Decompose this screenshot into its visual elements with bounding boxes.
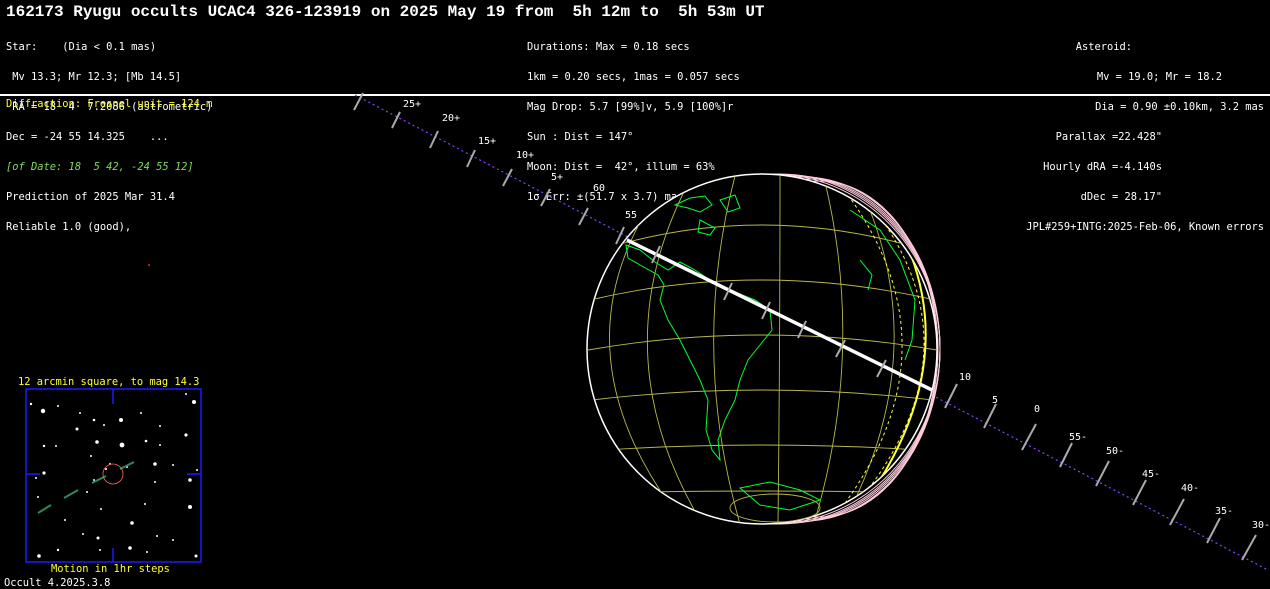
path-tick: [540, 188, 551, 207]
tick-label: 30-: [1252, 520, 1270, 531]
tick-label: 50-: [1106, 446, 1124, 457]
path-tick: [944, 383, 958, 409]
path-tick: [1169, 498, 1185, 526]
tick-label: 35-: [1215, 506, 1233, 517]
path-tick: [1241, 534, 1257, 561]
tick-label: 20+: [442, 113, 460, 124]
inset-caption-top: 12 arcmin square, to mag 14.3: [18, 376, 200, 388]
star-chart-inset: [25, 388, 202, 563]
path-tick: [429, 130, 439, 149]
software-version: Occult 4.2025.3.8: [4, 577, 111, 589]
tick-label: 15+: [478, 136, 496, 147]
tick-label: 55-: [1069, 432, 1087, 443]
path-tick: [1095, 460, 1110, 487]
path-tick: [615, 226, 625, 245]
path-tick: [1021, 423, 1037, 451]
tick-label: 45-: [1142, 469, 1160, 480]
tick-label: 10+: [516, 150, 534, 161]
path-tick: [502, 168, 513, 187]
path-tick: [1132, 479, 1147, 506]
path-tick: [1206, 517, 1221, 544]
tick-label: 5: [992, 395, 998, 406]
inset-caption-bottom: Motion in 1hr steps: [51, 563, 170, 575]
earth-globe: [586, 173, 938, 525]
occultation-map: 25+ 20+ 15+ 10+ 5+ 60 55 10 5 0 55- 50- …: [25, 92, 1270, 571]
tick-label: 55: [625, 210, 637, 221]
path-tick: [466, 149, 476, 168]
path-tick: [391, 111, 401, 129]
tick-label: 0: [1034, 404, 1040, 415]
tick-label: 60: [593, 183, 605, 194]
tick-label: 40-: [1181, 483, 1199, 494]
path-tick: [983, 403, 997, 429]
tick-label: 5+: [551, 172, 563, 183]
stray-marker: [148, 264, 150, 266]
path-tick: [1059, 442, 1073, 468]
path-tick: [578, 207, 589, 226]
tick-label: 25+: [403, 99, 421, 110]
tick-label: 10: [959, 372, 971, 383]
